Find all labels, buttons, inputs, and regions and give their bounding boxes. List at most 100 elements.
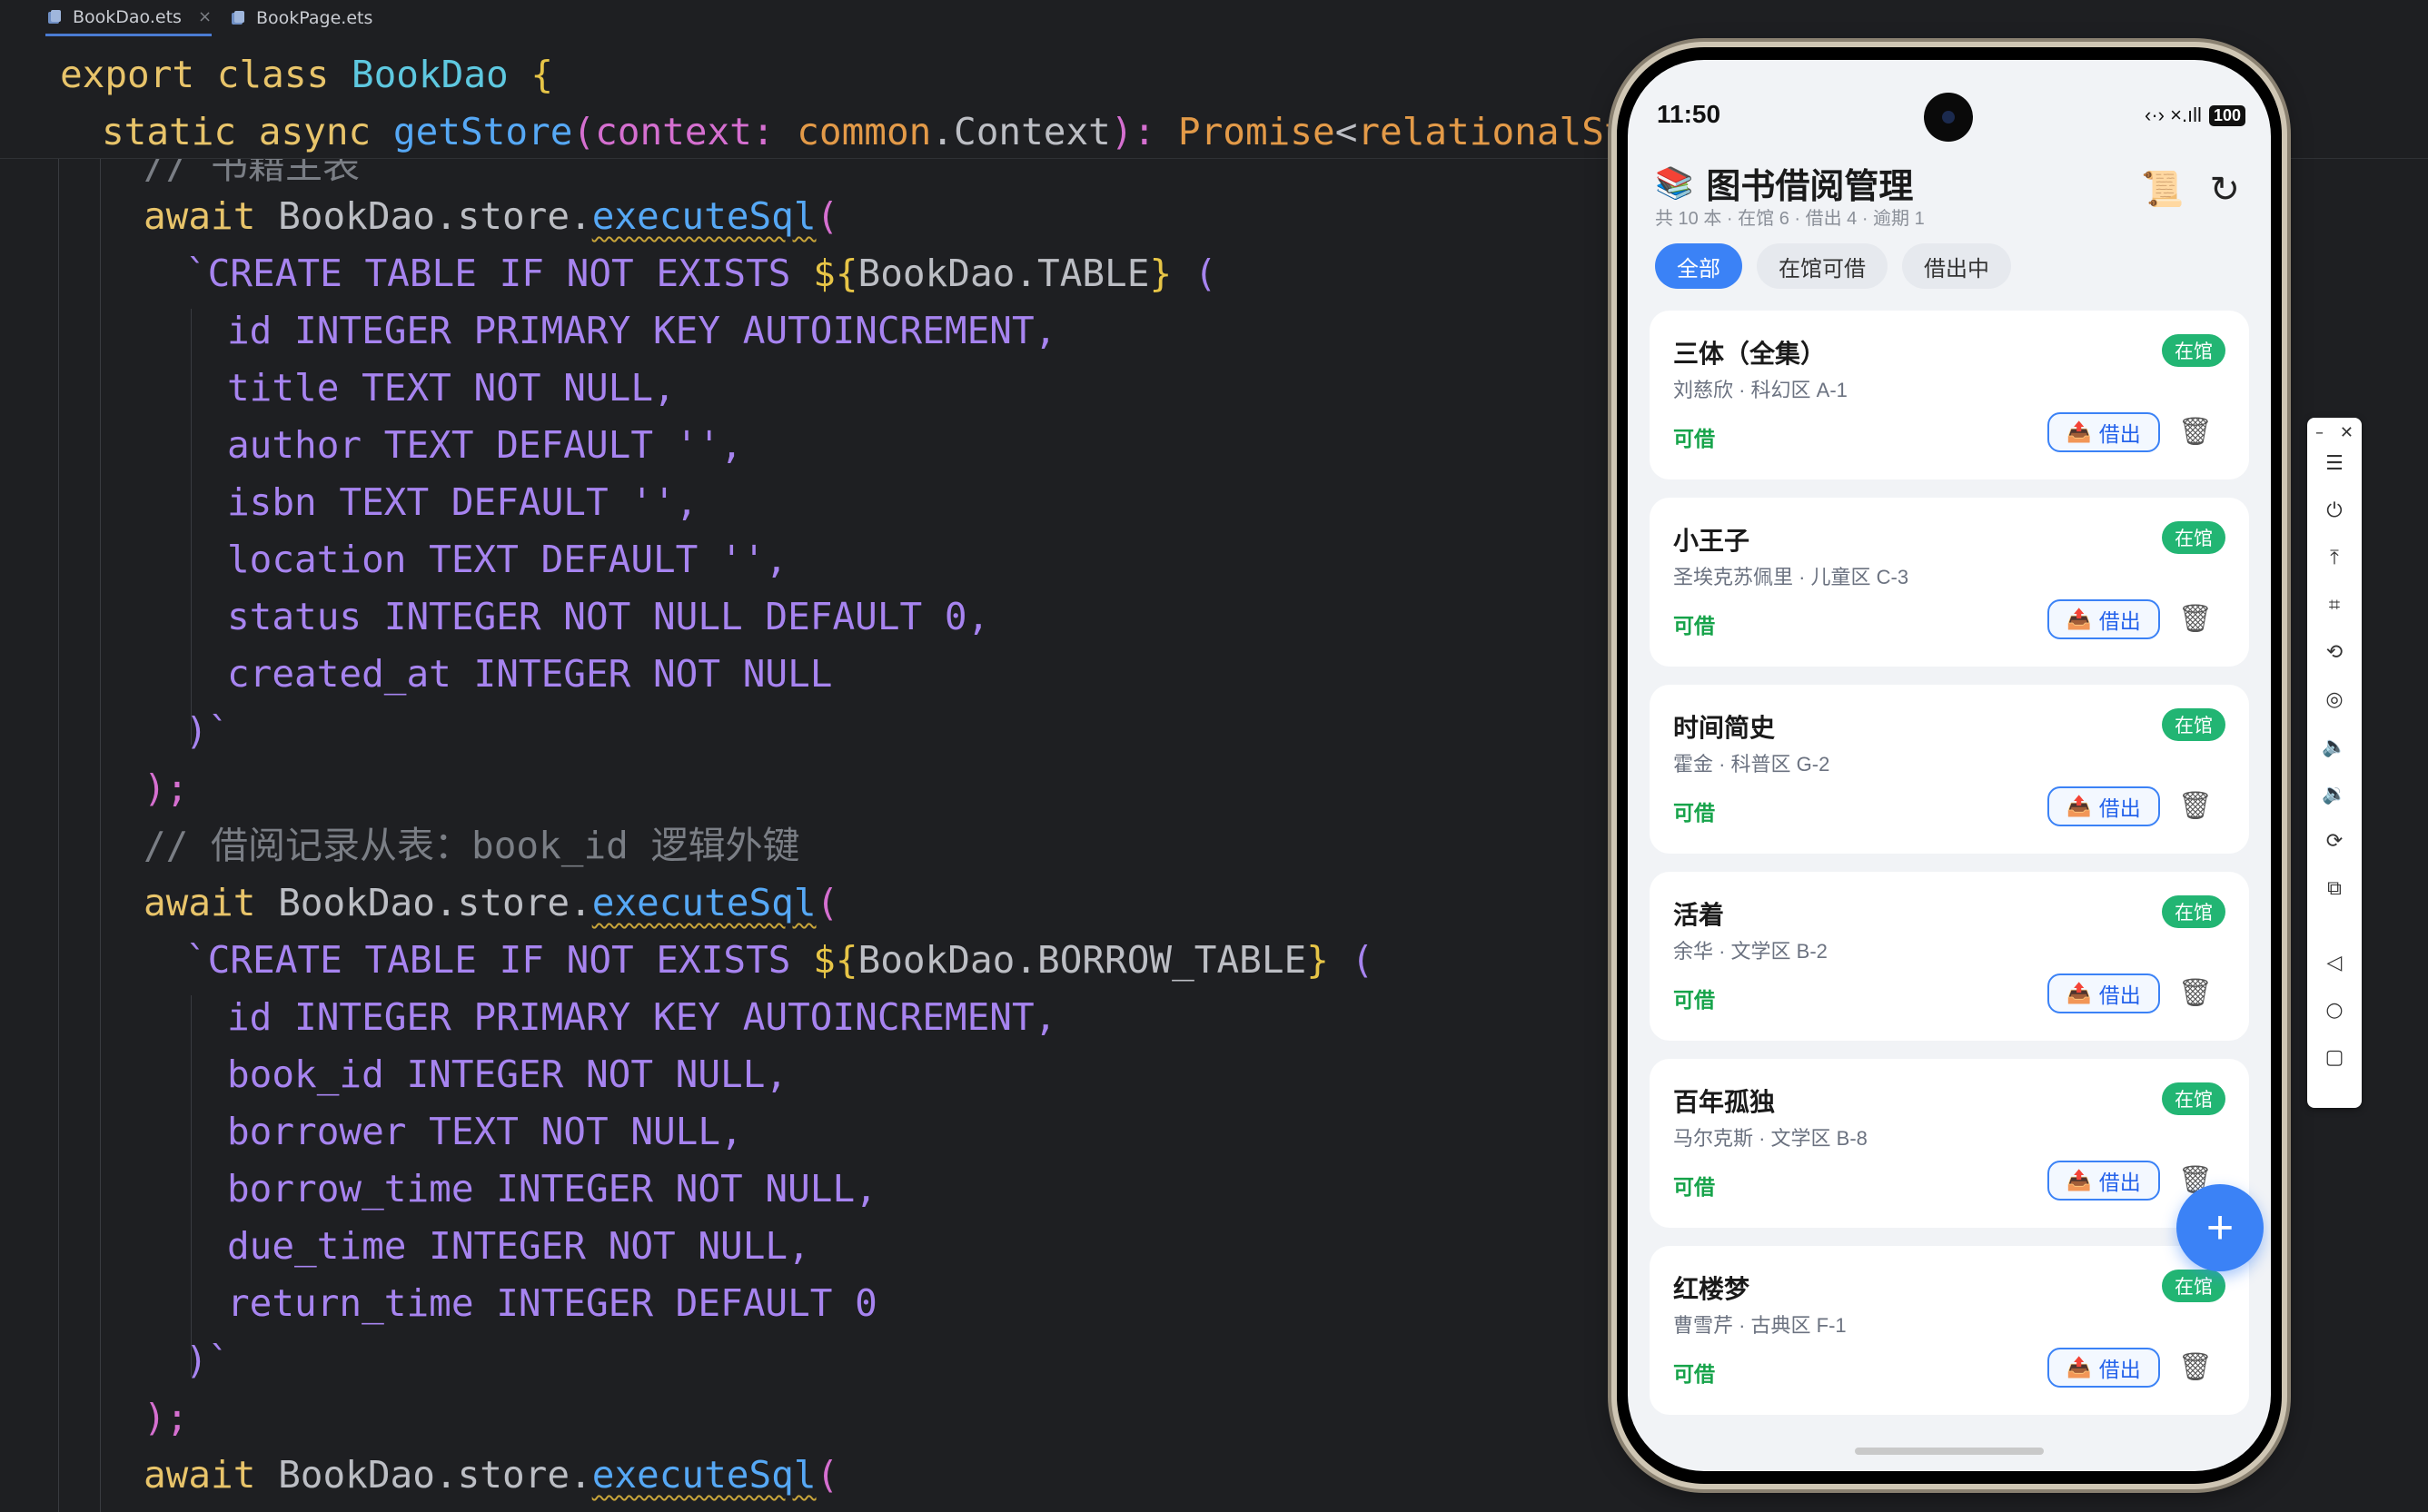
location-icon[interactable]: ◎ [2307, 688, 2362, 711]
indent-guide [58, 154, 59, 1512]
book-meta: 曹雪芹 · 古典区 F-1 [1673, 1314, 1847, 1337]
book-title: 红楼梦 [1673, 1275, 1750, 1303]
code-line: id INTEGER PRIMARY KEY AUTOINCREMENT, [227, 995, 1057, 1039]
book-card[interactable]: 小王子 圣埃克苏佩里 · 儿童区 C-3 可借 在馆 📤 借出 🗑 [1650, 498, 2249, 667]
code-line: await BookDao.store.executeSql( [144, 194, 839, 238]
page-title: 📚 图书借阅管理 [1655, 158, 1913, 208]
fold-icon[interactable]: ⟳ [2307, 830, 2362, 853]
book-meta: 霍金 · 科普区 G-2 [1673, 753, 1830, 776]
code-line: borrower TEXT NOT NULL, [227, 1110, 743, 1153]
trash-icon[interactable]: 🗑 [2178, 790, 2213, 822]
outbox-tray-icon: 📤 [2066, 608, 2092, 630]
signal-icon: ‹·› ×.ıll [2145, 104, 2202, 126]
lend-label: 借出 [2098, 796, 2141, 820]
lend-button[interactable]: 📤 借出 [2047, 1161, 2160, 1201]
close-icon[interactable]: × [198, 7, 212, 26]
filter-chips: 全部 在馆可借 借出中 [1655, 243, 2011, 289]
lend-label: 借出 [2098, 1171, 2141, 1194]
lend-label: 借出 [2098, 422, 2141, 446]
status-bar: 11:50 ‹·› ×.ıll 100 [1628, 60, 2271, 151]
trash-icon[interactable]: 🗑 [2178, 1351, 2213, 1383]
status-badge: 在馆 [2162, 334, 2225, 367]
indent-guide [191, 309, 192, 745]
lend-button[interactable]: 📤 借出 [2047, 973, 2160, 1013]
code-line: return_time INTEGER DEFAULT 0 [227, 1281, 877, 1325]
book-card[interactable]: 活着 余华 · 文学区 B-2 可借 在馆 📤 借出 🗑 [1650, 872, 2249, 1041]
book-title: 小王子 [1673, 527, 1750, 555]
code-line: static async getStore(context: common.Co… [102, 110, 1739, 153]
outbox-tray-icon: 📤 [2066, 1169, 2092, 1191]
status-badge: 在馆 [2162, 1082, 2225, 1115]
toolbar-window-controls: – ✕ [2307, 423, 2362, 445]
trash-icon[interactable]: 🗑 [2178, 977, 2213, 1009]
status-time: 11:50 [1657, 100, 1721, 128]
filter-available[interactable]: 在馆可借 [1757, 243, 1888, 289]
rotate-icon[interactable]: ⟲ [2307, 641, 2362, 664]
outbox-tray-icon: 📤 [2066, 795, 2092, 817]
home-icon[interactable]: ○ [2307, 999, 2362, 1022]
scroll-icon[interactable]: 📜 [2141, 170, 2184, 210]
back-icon[interactable]: ◁ [2307, 952, 2362, 974]
lend-button[interactable]: 📤 借出 [2047, 599, 2160, 639]
pin-top-icon[interactable]: ⤒ [2307, 547, 2362, 569]
refresh-icon[interactable]: ↻ [2209, 169, 2240, 211]
lend-button[interactable]: 📤 借出 [2047, 1348, 2160, 1388]
status-badge: 在馆 [2162, 895, 2225, 928]
book-meta: 余华 · 文学区 B-2 [1673, 940, 1828, 963]
status-badge: 在馆 [2162, 521, 2225, 554]
outbox-tray-icon: 📤 [2066, 982, 2092, 1004]
book-card[interactable]: 红楼梦 曹雪芹 · 古典区 F-1 可借 在馆 📤 借出 🗑 [1650, 1246, 2249, 1415]
book-meta: 马尔克斯 · 文学区 B-8 [1673, 1127, 1868, 1150]
minimize-icon[interactable]: – [2315, 423, 2324, 445]
code-comment: // 借阅记录从表：book_id 逻辑外键 [144, 824, 800, 867]
code-line: created_at INTEGER NOT NULL [227, 652, 833, 696]
tab-bookpage[interactable]: BookPage.ets [229, 0, 372, 36]
code-line: location TEXT DEFAULT '', [227, 538, 788, 581]
trash-icon[interactable]: 🗑 [2178, 416, 2213, 448]
code-line: ); [144, 766, 189, 810]
code-line: title TEXT NOT NULL, [227, 366, 676, 410]
code-line: export class BookDao { [60, 53, 554, 96]
code-line: id INTEGER PRIMARY KEY AUTOINCREMENT, [227, 309, 1057, 352]
book-title: 活着 [1673, 901, 1725, 929]
battery-icon: 100 [2208, 104, 2245, 126]
book-card[interactable]: 百年孤独 马尔克斯 · 文学区 B-8 可借 在馆 📤 借出 🗑 [1650, 1059, 2249, 1228]
lend-button[interactable]: 📤 借出 [2047, 412, 2160, 452]
code-line: `CREATE TABLE IF NOT EXISTS ${BookDao.BO… [185, 938, 1374, 982]
book-card[interactable]: 时间简史 霍金 · 科普区 G-2 可借 在馆 📤 借出 🗑 [1650, 685, 2249, 854]
volume-down-icon[interactable]: 🔉 [2307, 783, 2362, 805]
crop-icon[interactable]: ⌗ [2307, 594, 2362, 617]
code-line: due_time INTEGER NOT NULL, [227, 1224, 810, 1268]
editor-tabbar: BookDao.ets × BookPage.ets [0, 0, 2428, 37]
indent-guide [100, 154, 101, 1512]
power-icon[interactable]: ⏻ [2307, 499, 2362, 522]
volume-up-icon[interactable]: 🔈 [2307, 736, 2362, 758]
recents-icon[interactable]: ▢ [2307, 1046, 2362, 1069]
availability-text: 可借 [1673, 1362, 1715, 1386]
code-line: ); [144, 1396, 189, 1439]
lend-button[interactable]: 📤 借出 [2047, 786, 2160, 826]
code-line: borrow_time INTEGER NOT NULL, [227, 1167, 877, 1211]
file-icon [232, 11, 244, 25]
filter-all[interactable]: 全部 [1655, 243, 1742, 289]
status-icons: ‹·› ×.ıll 100 [2145, 104, 2245, 127]
tab-bookdao[interactable]: BookDao.ets × [45, 0, 213, 36]
book-card[interactable]: 三体（全集） 刘慈欣 · 科幻区 A-1 可借 在馆 📤 借出 🗑 [1650, 311, 2249, 479]
close-icon[interactable]: ✕ [2340, 423, 2354, 445]
books-icon: 📚 [1655, 165, 1694, 201]
menu-icon[interactable]: ☰ [2307, 452, 2362, 475]
filter-borrowed[interactable]: 借出中 [1902, 243, 2011, 289]
status-badge: 在馆 [2162, 708, 2225, 741]
screenshot-icon[interactable]: ⧉ [2307, 877, 2362, 900]
code-line: book_id INTEGER NOT NULL, [227, 1052, 788, 1096]
code-line: )` [185, 709, 231, 753]
outbox-tray-icon: 📤 [2066, 1356, 2092, 1379]
book-title: 时间简史 [1673, 714, 1776, 742]
tab-label: BookDao.ets [73, 6, 182, 27]
code-line: await BookDao.store.executeSql( [144, 881, 839, 924]
availability-text: 可借 [1673, 801, 1715, 825]
add-book-button[interactable]: + [2176, 1184, 2264, 1271]
trash-icon[interactable]: 🗑 [2178, 603, 2213, 635]
home-indicator[interactable] [1855, 1448, 2044, 1455]
tab-label: BookPage.ets [256, 8, 373, 28]
